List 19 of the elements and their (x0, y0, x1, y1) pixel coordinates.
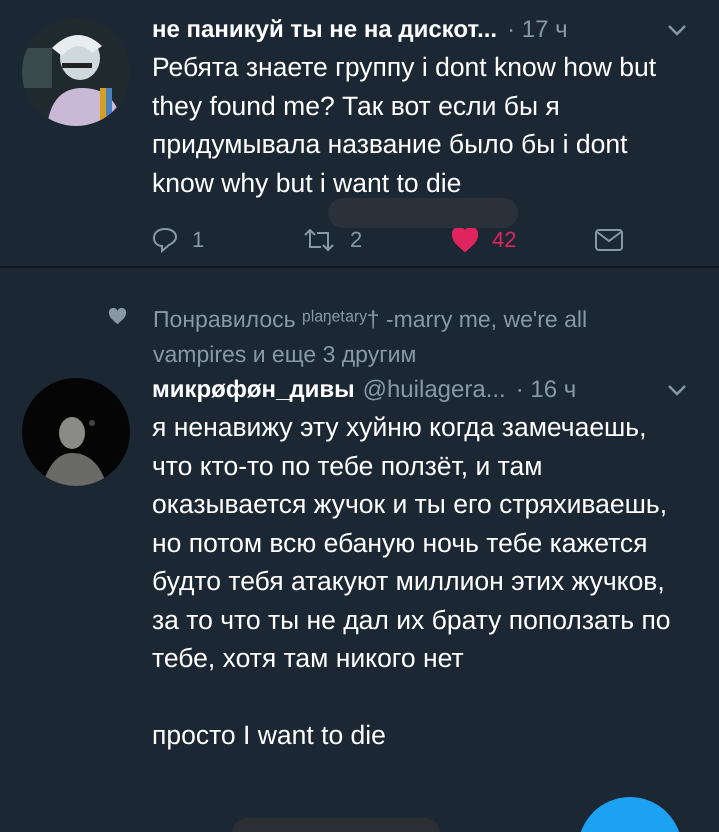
author-name[interactable]: микрøфøн_дивы (152, 376, 355, 404)
reply-count: 1 (192, 227, 204, 253)
heart-icon (108, 308, 127, 325)
author-name[interactable]: не паникуй ты не на дискот... (152, 16, 498, 44)
tweet-text: Ребята знаете группу i dont know how but they found me? Так вот если бы я придумывала название было бы i dont know why but i want to die (152, 51, 658, 200)
liked-by-text: Понравилось ᵖˡᵃᵑᵉᵗᵃʳʸ† -marry me, we're all vampires и еще 3 другим (153, 305, 588, 369)
author-handle: @huilagera... (362, 376, 506, 404)
chevron-down-icon[interactable] (667, 24, 687, 36)
reply-icon[interactable] (152, 227, 178, 253)
retweet-count: 2 (350, 227, 362, 253)
retweet-icon[interactable] (302, 228, 336, 252)
like-count: 42 (492, 227, 516, 253)
heart-icon[interactable] (452, 227, 478, 253)
tweet-text: просто I want to die (152, 718, 387, 752)
timestamp: · 16 ч (516, 376, 576, 404)
tweet-text: я ненавижу эту хуйню когда замечаешь, что кто-то по тебе ползёт, и там оказывается жучок и ты его стряхиваешь, но потом всю ебаную ночь тебе кажется будто тебя атакуют миллион этих жучков, за то что ты не дал их брату поползать по тебе, хотя там никого нет (152, 411, 672, 675)
chevron-down-icon[interactable] (667, 384, 687, 396)
timestamp: · 17 ч (507, 16, 568, 44)
mail-icon[interactable] (594, 228, 624, 252)
